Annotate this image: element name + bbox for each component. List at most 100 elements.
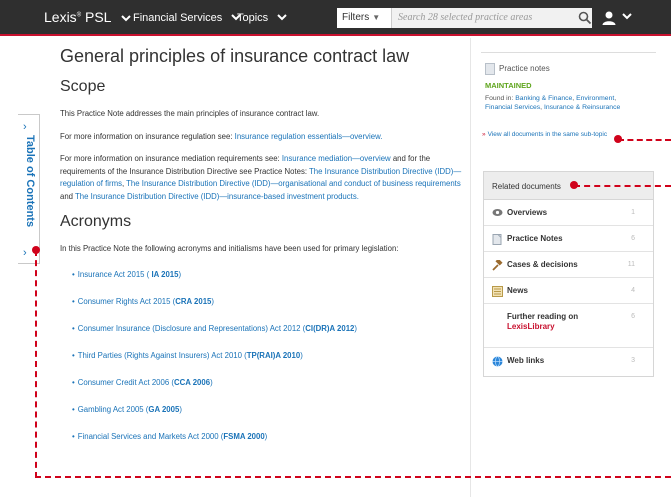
practice-note-info: Practice notes MAINTAINED Found in: Bank… [481, 52, 656, 140]
related-documents-heading: Related documents [484, 172, 653, 200]
related-item-label: Further reading on [507, 312, 579, 321]
search-icon[interactable] [578, 11, 592, 25]
acronym-paren: ) [179, 404, 182, 414]
nav-topics[interactable]: Topics [237, 12, 287, 24]
bullet: • [72, 323, 75, 333]
related-item-news[interactable]: News 4 [484, 278, 653, 304]
page-title: General principles of insurance contract… [60, 46, 410, 66]
related-item-count: 11 [627, 261, 635, 268]
related-item-count: 6 [631, 313, 635, 320]
filters-label: Filters [342, 12, 370, 23]
bullet: • [72, 296, 75, 306]
user-icon[interactable] [601, 10, 617, 31]
link-insurance-reinsurance[interactable]: Insurance & Reinsurance [544, 104, 620, 111]
list-item[interactable]: • Gambling Act 2005 (GA 2005) [72, 405, 465, 414]
practice-notes-label: Practice notes [499, 64, 550, 74]
practice-notes-title: Practice notes [485, 63, 656, 75]
acronym-name: Consumer Insurance (Disclosure and Repre… [77, 323, 301, 333]
bullet: • [72, 269, 75, 279]
related-documents-panel: Related documents Overviews 1 Practice N… [483, 171, 654, 377]
bullet: • [72, 431, 75, 441]
list-item[interactable]: • Third Parties (Rights Against Insurers)… [72, 351, 465, 360]
chevron-right-icon: › [23, 247, 27, 259]
paragraph-text: For more information on insurance mediat… [60, 154, 282, 163]
related-item-overviews[interactable]: Overviews 1 [484, 200, 653, 226]
related-item-label: Web links [507, 356, 545, 365]
related-item-label: Overviews [507, 208, 548, 217]
link-banking-finance[interactable]: Banking & Finance [515, 95, 572, 102]
acronym-paren: ) [354, 323, 357, 333]
link-insurance-regulation-essentials[interactable]: Insurance regulation essentials—overview… [235, 132, 383, 141]
document-icon [485, 63, 495, 75]
list-item[interactable]: • Insurance Act 2015 ( IA 2015) [72, 270, 465, 279]
toc-label: Table of Contents [24, 135, 36, 228]
acronym-name: Insurance Act 2015 [77, 269, 145, 279]
acronym-name: Third Parties (Rights Against Insurers) … [77, 350, 242, 360]
link-financial-services[interactable]: Financial Services [485, 104, 540, 111]
acronym-abbr: CRA 2015 [175, 296, 212, 306]
link-idd-insurance-based-investment[interactable]: The Insurance Distribution Directive (ID… [75, 192, 359, 201]
paragraph-text: and [60, 191, 76, 201]
chevron-down-icon[interactable] [622, 12, 632, 23]
list-item[interactable]: • Consumer Credit Act 2006 (CCA 2006) [72, 378, 465, 387]
found-in: Found in: Banking & Finance, Environment… [485, 94, 656, 112]
paragraph-text: For more information on insurance regula… [60, 131, 235, 141]
chevron-down-icon [277, 13, 287, 24]
brand-registered-mark: ® [76, 12, 82, 19]
scope-paragraph-1: This Practice Note addresses the main pr… [60, 109, 320, 118]
scope-paragraph-3: For more information on insurance mediat… [60, 153, 465, 203]
search-input[interactable]: Search 28 selected practice areas [391, 8, 592, 28]
news-icon [492, 286, 503, 298]
acronyms-heading: Acronyms [60, 213, 132, 230]
annotation-marker [614, 135, 622, 143]
acronym-name: Gambling Act 2005 [77, 404, 144, 414]
annotation-marker [32, 246, 40, 254]
acronym-paren: ) [211, 296, 214, 306]
related-item-count: 1 [631, 209, 635, 216]
acronym-paren: ) [210, 377, 213, 387]
link-insurance-mediation-overview[interactable]: Insurance mediation—overview [282, 154, 391, 163]
acronym-abbr: CI(DR)A 2012 [305, 323, 355, 333]
acronyms-intro: In this Practice Note the following acro… [60, 244, 399, 253]
filters-dropdown[interactable]: Filters ▼ [337, 8, 391, 28]
related-item-cases-decisions[interactable]: Cases & decisions 11 [484, 252, 653, 278]
acronym-name: Consumer Credit Act 2006 [77, 377, 170, 387]
related-item-web-links[interactable]: Web links 3 [484, 348, 653, 376]
lexislibrary-label: LexisLibrary [507, 322, 555, 331]
related-item-practice-notes[interactable]: Practice Notes 6 [484, 226, 653, 252]
acronym-abbr: CCA 2006 [173, 377, 211, 387]
acronyms-list: • Insurance Act 2015 ( IA 2015) • Consumer… [72, 270, 465, 441]
main-content: General principles of insurance contract… [60, 46, 465, 459]
further-reading-text: Further reading on LexisLibrary [507, 312, 578, 332]
nav-financial-services[interactable]: Financial Services [133, 12, 242, 24]
related-item-count: 3 [631, 357, 635, 364]
lexis-psl-logo[interactable]: Lexis® PSL [44, 9, 131, 25]
view-all-documents-link[interactable]: » View all documents in the same sub-topi… [482, 131, 607, 138]
list-item[interactable]: • Financial Services and Markets Act 2000… [72, 432, 465, 441]
related-item-label: Practice Notes [507, 234, 563, 243]
nav-label: Topics [237, 12, 269, 24]
related-item-label: News [507, 286, 528, 295]
separator: , [614, 95, 617, 102]
bullet: • [72, 377, 75, 387]
scope-paragraph-2: For more information on insurance regula… [60, 131, 465, 144]
list-item[interactable]: • Consumer Insurance (Disclosure and Repr… [72, 324, 465, 333]
link-environment[interactable]: Environment [576, 95, 614, 102]
list-item[interactable]: • Consumer Rights Act 2015 (CRA 2015) [72, 297, 465, 306]
related-item-further-reading[interactable]: Further reading on LexisLibrary 6 [484, 304, 653, 348]
annotation-line [35, 250, 37, 478]
acronym-abbr: FSMA 2000 [223, 431, 265, 441]
acronym-paren: ) [300, 350, 303, 360]
acronym-paren: ) [178, 269, 182, 279]
chevron-down-icon[interactable] [121, 14, 131, 25]
acronym-name: Financial Services and Markets Act 2000 [77, 431, 219, 441]
annotation-marker [570, 181, 578, 189]
found-in-label: Found in: [485, 95, 516, 102]
related-item-count: 6 [631, 235, 635, 242]
table-of-contents-tab[interactable]: › Table of Contents › [18, 114, 40, 264]
search-placeholder: Search 28 selected practice areas [398, 12, 533, 23]
link-idd-conduct-of-business[interactable]: The Insurance Distribution Directive (ID… [126, 179, 461, 188]
related-item-count: 4 [631, 287, 635, 294]
eye-icon [492, 208, 503, 217]
acronym-paren: ) [264, 431, 268, 441]
